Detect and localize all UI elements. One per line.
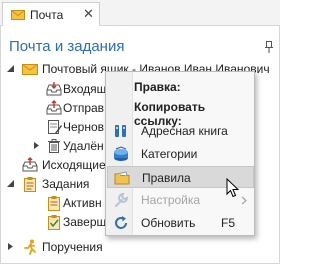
- menu-item-address-book[interactable]: Адресная книга: [107, 120, 254, 142]
- tree-label: Отправ: [63, 101, 105, 115]
- pin-icon[interactable]: [265, 41, 273, 53]
- collapse-arrow-icon[interactable]: [6, 64, 15, 73]
- collapse-arrow-icon[interactable]: [6, 179, 15, 188]
- tab-mail[interactable]: Почта ✕: [2, 2, 100, 27]
- task-active-icon: [48, 196, 60, 211]
- menu-item-label: Настройка: [141, 193, 201, 207]
- running-person-icon: [24, 239, 36, 255]
- tab-strip: Почта ✕: [0, 0, 280, 27]
- submenu-arrow-icon: [241, 196, 247, 205]
- tree-item-assignments[interactable]: Поручения: [0, 238, 280, 257]
- envelope-icon: [11, 10, 25, 20]
- menu-item-shortcut: F5: [221, 216, 236, 230]
- categories-icon: [114, 146, 128, 161]
- expand-arrow-icon[interactable]: [6, 242, 15, 251]
- inbox-icon: [46, 82, 62, 96]
- menu-item-label: Адресная книга: [141, 124, 228, 138]
- tree-label: Исходящие: [42, 158, 106, 172]
- wrench-icon: [115, 192, 129, 207]
- task-done-icon: [48, 215, 60, 230]
- folder-icon: [114, 171, 130, 185]
- menu-item-label: Категории: [141, 147, 198, 161]
- menu-item-categories[interactable]: Категории: [107, 143, 254, 165]
- expand-arrow-icon[interactable]: [32, 141, 41, 150]
- refresh-icon: [115, 216, 127, 229]
- context-menu: Правка: Копировать ссылку: Адресная книг…: [105, 71, 255, 236]
- close-icon[interactable]: ✕: [83, 7, 94, 21]
- menu-item-refresh[interactable]: Обновить F5: [107, 212, 254, 234]
- panel-title: Почта и задания: [9, 38, 125, 55]
- tree-label: Активн: [63, 196, 102, 210]
- tree-label: Задания: [42, 177, 90, 191]
- drafts-icon: [48, 120, 62, 134]
- mouse-cursor-icon: [226, 178, 240, 198]
- outgoing-icon: [22, 157, 38, 172]
- address-book-icon: [115, 125, 126, 137]
- menu-item-label: Правила: [142, 171, 191, 185]
- menu-header-edit: Правка:: [134, 80, 181, 94]
- tree-label: Поручения: [42, 240, 103, 254]
- envelope-icon: [22, 64, 38, 75]
- outbox-icon: [46, 100, 62, 115]
- tab-label: Почта: [30, 8, 64, 22]
- tree-label: Удалён: [63, 139, 104, 153]
- tree-label: Чернов: [63, 120, 105, 134]
- tasks-icon: [24, 177, 36, 192]
- tree-label: Входящ: [63, 82, 107, 96]
- tree-label: Заверш: [63, 215, 107, 229]
- menu-item-label: Обновить: [141, 216, 196, 230]
- trash-icon: [48, 139, 60, 153]
